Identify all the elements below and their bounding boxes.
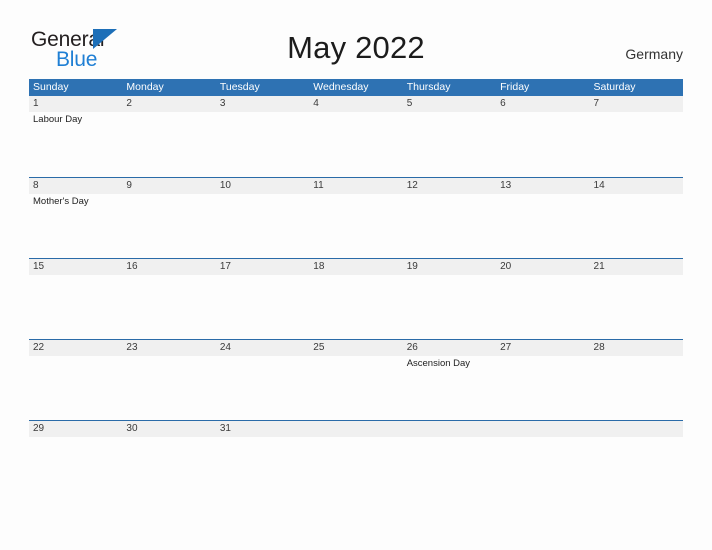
day-event — [29, 437, 122, 499]
day-number-empty — [403, 421, 496, 437]
day-event — [403, 437, 496, 499]
week-date-band: 8 9 10 11 12 13 14 — [29, 178, 683, 194]
day-number[interactable]: 31 — [216, 421, 309, 437]
day-number[interactable]: 26 — [403, 340, 496, 356]
day-event — [496, 112, 589, 174]
weekday-header-wednesday: Wednesday — [313, 81, 369, 93]
week-row: 22 23 24 25 26 27 28 Ascension Day — [29, 339, 683, 420]
day-event — [590, 112, 683, 174]
day-number[interactable]: 20 — [496, 259, 589, 275]
day-event — [496, 437, 589, 499]
day-number[interactable]: 1 — [29, 96, 122, 112]
day-number[interactable]: 29 — [29, 421, 122, 437]
week-event-band — [29, 275, 683, 337]
day-event: Labour Day — [33, 114, 83, 125]
country-label: Germany — [625, 46, 683, 62]
weekday-header-tuesday: Tuesday — [219, 81, 260, 93]
page-header: General Blue May 2022 Germany — [0, 0, 712, 76]
day-event: Ascension Day — [406, 358, 471, 369]
day-event — [403, 194, 496, 256]
day-number[interactable]: 25 — [309, 340, 402, 356]
day-number[interactable]: 14 — [590, 178, 683, 194]
day-number[interactable]: 19 — [403, 259, 496, 275]
day-event — [590, 275, 683, 337]
page-title: May 2022 — [287, 30, 425, 65]
day-event — [122, 194, 215, 256]
day-event — [403, 112, 496, 174]
day-event — [216, 275, 309, 337]
day-event — [122, 112, 215, 174]
day-number[interactable]: 27 — [496, 340, 589, 356]
day-event — [309, 437, 402, 499]
day-event — [590, 194, 683, 256]
day-number[interactable]: 6 — [496, 96, 589, 112]
week-row: 15 16 17 18 19 20 21 — [29, 258, 683, 339]
day-event: Mother's Day — [33, 196, 89, 207]
day-number[interactable]: 22 — [29, 340, 122, 356]
day-number[interactable]: 7 — [590, 96, 683, 112]
day-number[interactable]: 12 — [403, 178, 496, 194]
weekday-header-row: Sunday Monday Tuesday Wednesday Thursday… — [29, 79, 683, 96]
day-event — [496, 275, 589, 337]
day-number[interactable]: 18 — [309, 259, 402, 275]
day-number[interactable]: 9 — [122, 178, 215, 194]
week-event-band: Labour Day — [29, 112, 683, 174]
day-event — [403, 275, 496, 337]
weekday-header-sunday: Sunday — [33, 81, 69, 93]
day-event — [309, 194, 402, 256]
day-number[interactable]: 21 — [590, 259, 683, 275]
week-event-band — [29, 437, 683, 499]
day-number[interactable]: 13 — [496, 178, 589, 194]
day-number-empty — [309, 421, 402, 437]
week-row: 8 9 10 11 12 13 14 Mother's Day — [29, 177, 683, 258]
week-event-band: Ascension Day — [29, 356, 683, 418]
day-number[interactable]: 3 — [216, 96, 309, 112]
day-event — [122, 437, 215, 499]
day-event — [216, 194, 309, 256]
day-number[interactable]: 24 — [216, 340, 309, 356]
day-event — [216, 356, 309, 418]
day-number[interactable]: 23 — [122, 340, 215, 356]
day-event — [590, 437, 683, 499]
day-event — [29, 275, 122, 337]
week-row: 29 30 31 — [29, 420, 683, 501]
week-date-band: 15 16 17 18 19 20 21 — [29, 259, 683, 275]
day-event — [590, 356, 683, 418]
day-number[interactable]: 11 — [309, 178, 402, 194]
day-event — [496, 356, 589, 418]
weekday-header-saturday: Saturday — [593, 81, 636, 93]
week-date-band: 1 2 3 4 5 6 7 — [29, 96, 683, 112]
week-date-band: 22 23 24 25 26 27 28 — [29, 340, 683, 356]
day-number-empty — [496, 421, 589, 437]
day-number[interactable]: 28 — [590, 340, 683, 356]
day-event — [29, 356, 122, 418]
day-event — [216, 112, 309, 174]
day-number[interactable]: 4 — [309, 96, 402, 112]
week-event-band: Mother's Day — [29, 194, 683, 256]
day-number[interactable]: 10 — [216, 178, 309, 194]
weekday-header-friday: Friday — [500, 81, 530, 93]
day-number[interactable]: 15 — [29, 259, 122, 275]
day-event — [309, 112, 402, 174]
day-event — [122, 275, 215, 337]
day-event — [122, 356, 215, 418]
day-event — [496, 194, 589, 256]
week-row: 1 2 3 4 5 6 7 Labour Day — [29, 96, 683, 177]
day-event — [309, 356, 402, 418]
day-number-empty — [590, 421, 683, 437]
weekday-header-thursday: Thursday — [406, 81, 451, 93]
calendar-grid: Sunday Monday Tuesday Wednesday Thursday… — [29, 79, 683, 501]
day-number[interactable]: 16 — [122, 259, 215, 275]
day-number[interactable]: 5 — [403, 96, 496, 112]
week-date-band: 29 30 31 — [29, 421, 683, 437]
day-event — [309, 275, 402, 337]
day-number[interactable]: 8 — [29, 178, 122, 194]
calendar-page: General Blue May 2022 Germany Sunday Mon… — [0, 0, 712, 550]
day-number[interactable]: 30 — [122, 421, 215, 437]
day-number[interactable]: 17 — [216, 259, 309, 275]
day-event — [216, 437, 309, 499]
day-number[interactable]: 2 — [122, 96, 215, 112]
weekday-header-monday: Monday — [126, 81, 164, 93]
